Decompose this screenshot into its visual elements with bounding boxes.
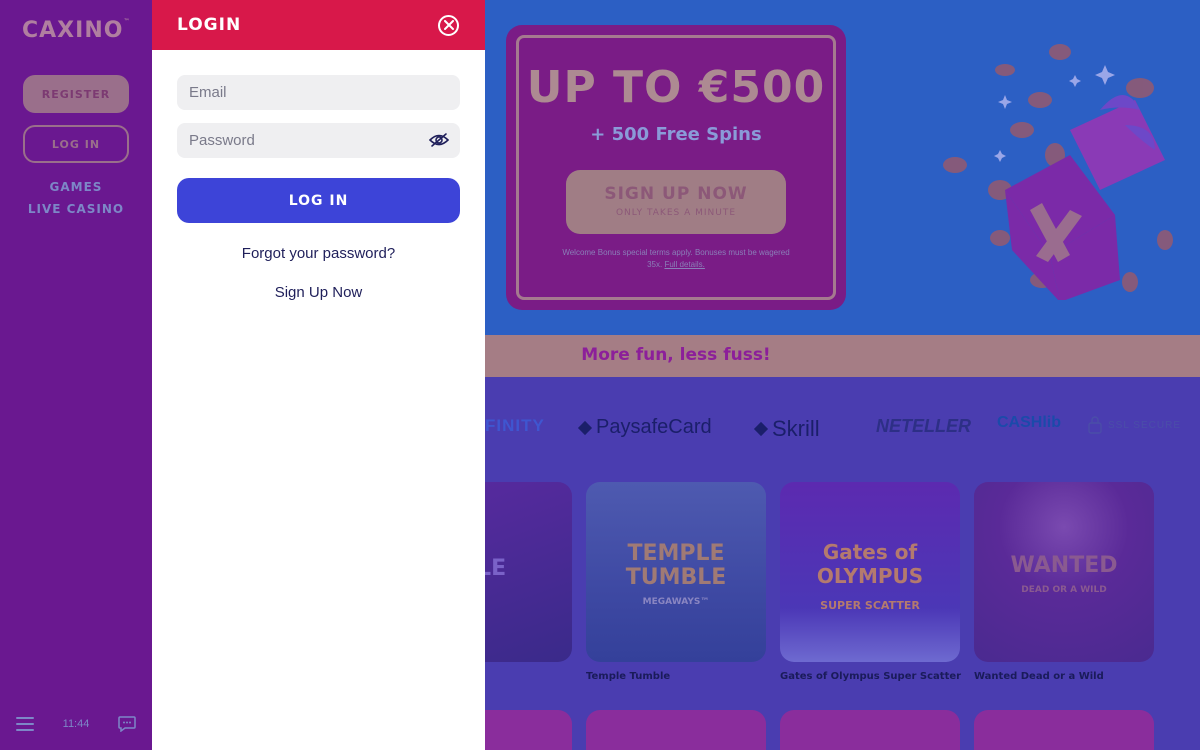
cta-sublabel: ONLY TAKES A MINUTE <box>615 208 737 218</box>
hamburger-menu-icon[interactable] <box>16 717 34 731</box>
game-card[interactable] <box>974 710 1154 750</box>
game-card[interactable]: WANTED DEAD OR A WILD <box>974 482 1154 662</box>
game-card[interactable] <box>780 710 960 750</box>
sidebar-login-button[interactable]: LOG IN <box>23 125 129 163</box>
game-art-subtitle: DEAD OR A WILD <box>1021 585 1107 595</box>
forgot-password-link[interactable]: Forgot your password? <box>152 245 485 262</box>
game-art-title: TEMPLE TUMBLE <box>625 541 727 590</box>
cta-label: SIGN UP NOW <box>604 184 748 204</box>
promo-title: UP TO €500 <box>526 62 826 113</box>
login-submit-button[interactable]: LOG IN <box>177 178 460 223</box>
game-art-subtitle: MEGAWAYS™ <box>642 597 710 607</box>
login-modal: LOGIN LOG IN Forgot your password? Sign … <box>152 0 485 750</box>
payment-paysafecard-logo: PaysafeCard <box>577 416 712 439</box>
register-button[interactable]: REGISTER <box>23 75 129 113</box>
ssl-secure-badge: SSL SECURE <box>1088 416 1181 434</box>
payment-neteller-logo: NETELLER <box>876 416 972 436</box>
sidebar: CAXINO™ REGISTER LOG IN GAMES LIVE CASIN… <box>0 0 152 750</box>
full-details-link[interactable]: Full details. <box>664 260 704 269</box>
signup-now-button[interactable]: SIGN UP NOW ONLY TAKES A MINUTE <box>566 170 786 234</box>
password-input[interactable] <box>177 123 460 158</box>
game-name[interactable]: Wanted Dead or a Wild <box>974 671 1104 682</box>
game-art-title: WANTED <box>1010 553 1118 578</box>
email-input[interactable] <box>177 75 460 110</box>
payment-infinity-logo: FINITY <box>485 416 545 435</box>
close-icon <box>443 20 454 30</box>
close-modal-button[interactable] <box>438 14 459 36</box>
chat-icon[interactable] <box>118 716 136 732</box>
sign-up-link[interactable]: Sign Up Now <box>152 284 485 301</box>
game-card[interactable]: TEMPLE TUMBLE MEGAWAYS™ <box>586 482 766 662</box>
game-name[interactable]: Temple Tumble <box>586 671 670 682</box>
nav-live-casino[interactable]: LIVE CASINO <box>0 202 152 216</box>
gift-box-illustration <box>943 44 1173 300</box>
clock-time: 11:44 <box>62 718 90 730</box>
caxino-logo[interactable]: CAXINO™ <box>22 18 130 43</box>
game-card[interactable] <box>586 710 766 750</box>
promo-subtitle: + 500 Free Spins <box>590 124 762 145</box>
promo-terms: Welcome Bonus special terms apply. Bonus… <box>562 248 790 269</box>
payment-skrill-logo: Skrill <box>753 416 820 442</box>
game-art-subtitle: SUPER SCATTER <box>820 599 920 612</box>
game-name[interactable]: Gates of Olympus Super Scatter <box>780 671 961 682</box>
toggle-password-visibility-icon[interactable] <box>428 132 450 148</box>
skrill-icon <box>753 421 769 437</box>
login-modal-title: LOGIN <box>177 15 242 35</box>
nav-games[interactable]: GAMES <box>0 180 152 194</box>
payment-cashlib-logo: CASHlib <box>997 414 1061 431</box>
game-art-title: Gates of OLYMPUS <box>816 540 924 588</box>
tagline: More fun, less fuss! <box>581 345 771 365</box>
sidebar-footer: 11:44 <box>0 716 152 732</box>
game-card[interactable]: Gates of OLYMPUS SUPER SCATTER <box>780 482 960 662</box>
paysafecard-icon <box>577 420 593 435</box>
login-modal-header: LOGIN <box>152 0 485 50</box>
lock-icon <box>1088 416 1102 434</box>
